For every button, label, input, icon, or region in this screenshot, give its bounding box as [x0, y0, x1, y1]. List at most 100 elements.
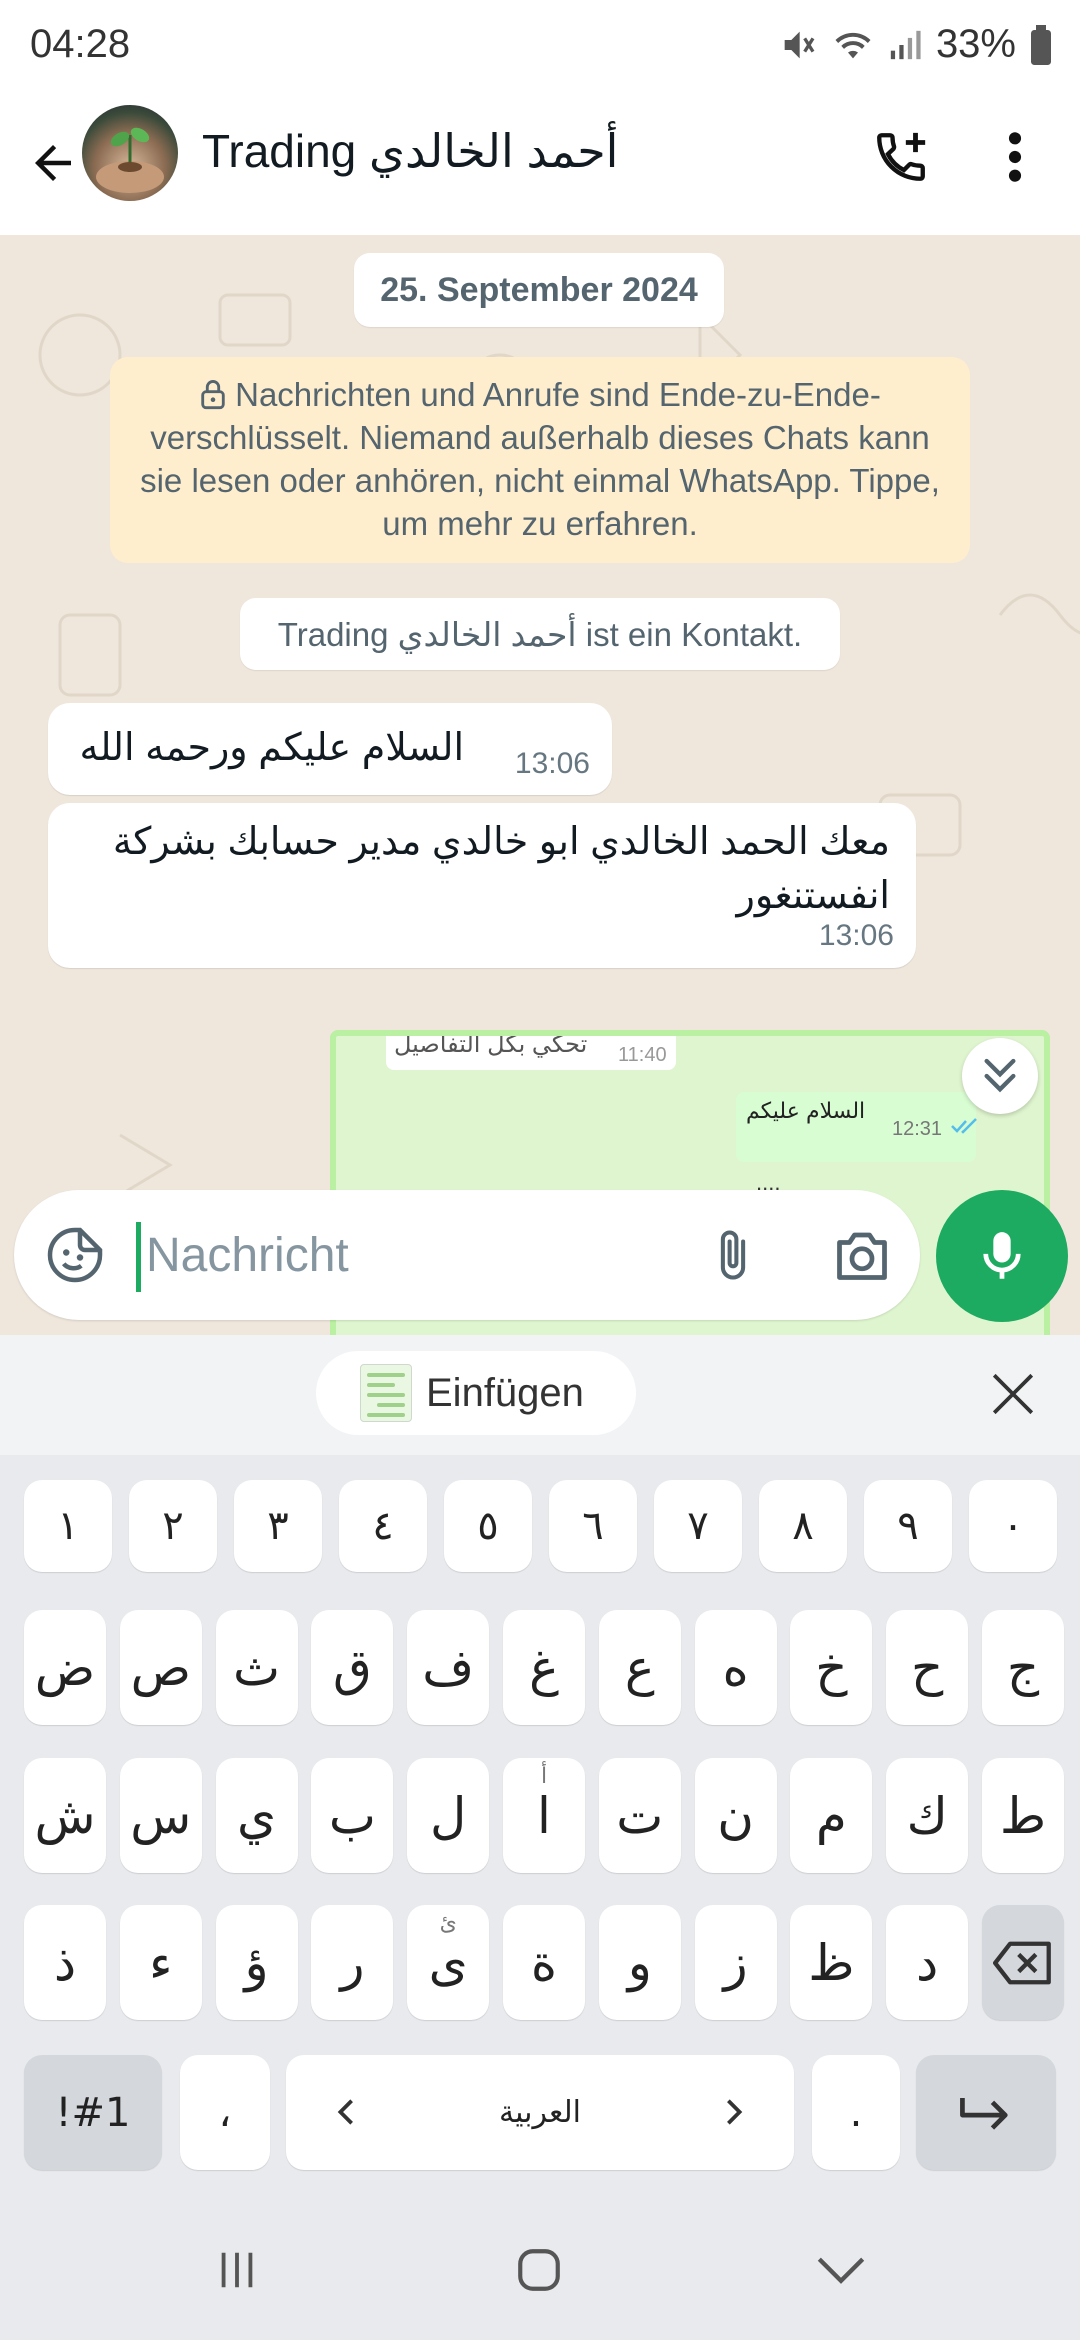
key-letter[interactable]: ىئ — [407, 1905, 490, 2020]
camera-button[interactable] — [822, 1220, 902, 1290]
key-1[interactable]: ١ — [24, 1480, 112, 1572]
key-letter[interactable]: خ — [790, 1610, 873, 1725]
key-label: ٦ — [582, 1503, 604, 1549]
key-label: و — [627, 1933, 652, 1992]
key-letter[interactable]: و — [598, 1905, 681, 2020]
message-bubble[interactable]: السلام عليكم ورحمه الله 13:06 — [48, 703, 612, 795]
key-0[interactable]: ٠ — [969, 1480, 1057, 1572]
key-letter[interactable]: م — [790, 1758, 873, 1873]
key-letter[interactable]: ف — [407, 1610, 490, 1725]
key-letter[interactable]: ح — [886, 1610, 969, 1725]
status-icons: 33% — [778, 22, 1052, 67]
key-letter[interactable]: ع — [598, 1610, 681, 1725]
key-letter[interactable]: ة — [503, 1905, 585, 2020]
back-arrow-icon — [35, 145, 71, 181]
key-letter[interactable]: ز — [694, 1905, 777, 2020]
key-letter[interactable]: ر — [311, 1905, 394, 2020]
key-label: ز — [723, 1933, 748, 1992]
key-3[interactable]: ٣ — [234, 1480, 322, 1572]
key-label: ف — [422, 1638, 475, 1697]
key-letter[interactable]: ت — [598, 1758, 681, 1873]
attach-button[interactable] — [698, 1220, 768, 1290]
avatar[interactable] — [82, 105, 178, 201]
emoji-button[interactable] — [40, 1220, 110, 1290]
key-label: ت — [616, 1786, 664, 1845]
encryption-notice-text: Nachrichten und Anrufe sind Ende-zu-Ende… — [140, 376, 940, 542]
key-9[interactable]: ٩ — [864, 1480, 952, 1572]
add-call-button[interactable] — [866, 122, 936, 192]
key-letter[interactable]: ك — [886, 1758, 969, 1873]
key-5[interactable]: ٥ — [444, 1480, 532, 1572]
home-button[interactable] — [494, 2230, 584, 2310]
paste-label: Einfügen — [426, 1370, 584, 1415]
paste-button[interactable]: Einfügen — [316, 1351, 636, 1435]
backspace-key[interactable] — [982, 1905, 1064, 2020]
key-2[interactable]: ٢ — [129, 1480, 217, 1572]
enter-key[interactable] — [916, 2055, 1056, 2170]
voice-message-button[interactable] — [936, 1190, 1068, 1322]
key-letter[interactable]: ه — [694, 1610, 777, 1725]
key-letter[interactable]: ن — [694, 1758, 777, 1873]
key-label: ٢ — [162, 1503, 184, 1549]
key-4[interactable]: ٤ — [339, 1480, 427, 1572]
period-key[interactable]: . — [812, 2055, 900, 2170]
lock-icon — [201, 380, 225, 410]
key-letter[interactable]: س — [119, 1758, 202, 1873]
recents-button[interactable] — [192, 2230, 282, 2310]
key-letter[interactable]: ب — [311, 1758, 394, 1873]
more-options-button[interactable] — [985, 122, 1045, 192]
sticker-emoji-icon — [47, 1227, 103, 1283]
contact-name[interactable]: Trading أحمد الخالدي — [202, 124, 618, 178]
message-input[interactable] — [146, 1190, 666, 1320]
key-letter[interactable]: اأ — [503, 1758, 585, 1873]
image-text: السلام عليكم — [746, 1098, 866, 1123]
backspace-icon — [993, 1941, 1051, 1984]
key-letter[interactable]: ظ — [790, 1905, 873, 2020]
key-letter[interactable]: د — [886, 1905, 969, 2020]
back-nav-button[interactable] — [796, 2230, 886, 2310]
text-caret — [136, 1222, 141, 1292]
compose-bar — [0, 1190, 1080, 1340]
chat-header: Trading أحمد الخالدي — [0, 100, 1080, 235]
key-8[interactable]: ٨ — [759, 1480, 847, 1572]
close-suggestion-button[interactable] — [982, 1363, 1044, 1425]
key-label: د — [916, 1933, 939, 1992]
key-letter[interactable]: ق — [311, 1610, 394, 1725]
scroll-down-button[interactable] — [962, 1038, 1038, 1114]
key-label: العربية — [499, 2095, 581, 2130]
space-key[interactable]: العربية — [286, 2055, 794, 2170]
symbols-key[interactable]: !#1 — [24, 2055, 162, 2170]
double-chevron-down-icon — [984, 1058, 1016, 1093]
message-bubble[interactable]: معك الحمد الخالدي ابو خالدي مدير حسابك ب… — [48, 803, 916, 968]
chevron-left-icon — [337, 2099, 353, 2125]
key-hint: ئ — [439, 1911, 457, 1936]
key-letter[interactable]: غ — [503, 1610, 585, 1725]
key-label: ك — [906, 1786, 948, 1845]
comma-key[interactable]: ، — [180, 2055, 270, 2170]
key-label: ٣ — [267, 1503, 289, 1549]
key-6[interactable]: ٦ — [549, 1480, 637, 1572]
key-label: ن — [717, 1786, 754, 1845]
key-label: !#1 — [55, 2089, 131, 2136]
key-letter[interactable]: ل — [407, 1758, 490, 1873]
key-letter[interactable]: ش — [24, 1758, 106, 1873]
key-7[interactable]: ٧ — [654, 1480, 742, 1572]
message-text: السلام عليكم ورحمه الله — [79, 727, 464, 769]
key-label: ٧ — [687, 1503, 709, 1549]
key-letter[interactable]: ص — [119, 1610, 202, 1725]
key-letter[interactable]: ء — [119, 1905, 202, 2020]
encryption-notice[interactable]: Nachrichten und Anrufe sind Ende-zu-Ende… — [110, 357, 970, 563]
key-letter[interactable]: ض — [24, 1610, 106, 1725]
key-letter[interactable]: ث — [215, 1610, 298, 1725]
key-letter[interactable]: ج — [982, 1610, 1064, 1725]
chat-area[interactable]: 25. September 2024 Nachrichten und Anruf… — [0, 235, 1080, 1335]
key-letter[interactable]: ؤ — [215, 1905, 298, 2020]
key-label: خ — [815, 1638, 848, 1697]
key-letter[interactable]: ي — [215, 1758, 298, 1873]
key-label: ه — [722, 1638, 749, 1697]
key-letter[interactable]: ذ — [24, 1905, 106, 2020]
key-letter[interactable]: ط — [982, 1758, 1064, 1873]
back-button[interactable] — [18, 128, 88, 198]
key-label: م — [815, 1786, 847, 1845]
key-label: س — [130, 1786, 192, 1845]
